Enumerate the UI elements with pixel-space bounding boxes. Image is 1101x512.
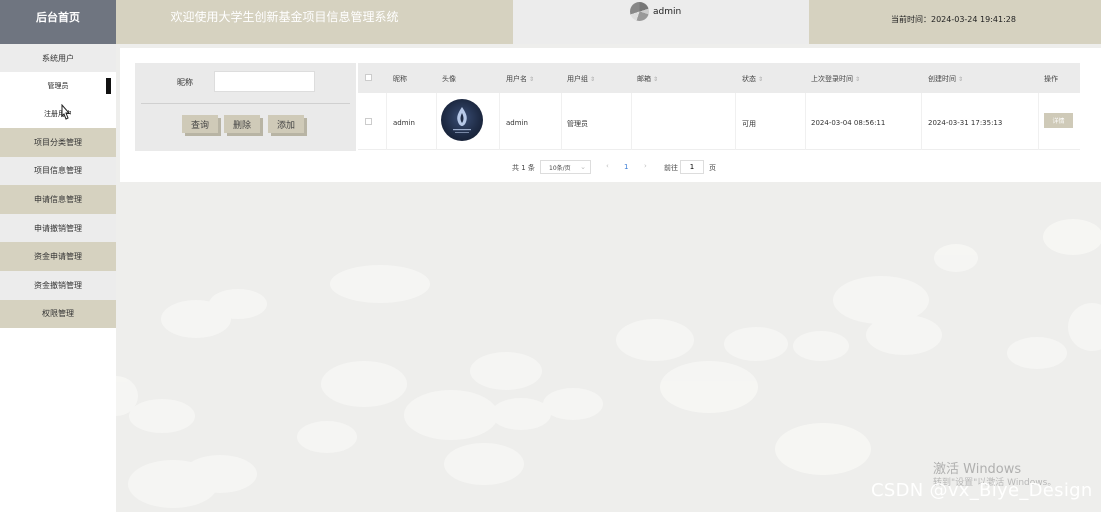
page-number-1[interactable]: 1 xyxy=(624,163,628,171)
col-header-username[interactable]: 用户名 ⇕ xyxy=(506,74,534,84)
col-header-created[interactable]: 创建时间 ⇕ xyxy=(928,74,963,84)
sort-icon[interactable]: ⇕ xyxy=(590,76,595,83)
select-all-checkbox[interactable] xyxy=(365,74,372,81)
sidebar-item-label: 权限管理 xyxy=(42,309,74,319)
chevron-down-icon: ⌄ xyxy=(580,163,586,171)
column-divider xyxy=(631,93,632,150)
column-divider xyxy=(386,93,387,150)
sort-icon[interactable]: ⇕ xyxy=(758,76,763,83)
sidebar-item-label: 系统用户 xyxy=(42,53,74,63)
active-marker xyxy=(106,78,111,94)
system-title-bar: 欢迎使用大学生创新基金项目信息管理系统 xyxy=(116,0,513,44)
sidebar-item-permissions[interactable]: 权限管理 xyxy=(0,299,116,329)
header: 后台首页 欢迎使用大学生创新基金项目信息管理系统 admin 当前时间：2024… xyxy=(0,0,1101,44)
sidebar-item-application-info[interactable]: 申请信息管理 xyxy=(0,185,116,214)
col-header-label: 邮箱 xyxy=(637,75,651,83)
col-header-group[interactable]: 用户组 ⇕ xyxy=(567,74,595,84)
detail-button[interactable]: 详情 xyxy=(1044,113,1073,128)
sidebar-item-label: 资金申请管理 xyxy=(34,252,82,262)
col-header-email[interactable]: 邮箱 ⇕ xyxy=(637,74,658,84)
user-avatar-icon[interactable] xyxy=(630,2,649,21)
brand-home-link[interactable]: 后台首页 xyxy=(0,0,116,44)
sidebar-item-fund-application[interactable]: 资金申请管理 xyxy=(0,242,116,271)
column-divider xyxy=(735,93,736,150)
cell-group: 管理员 xyxy=(567,120,588,128)
row-checkbox[interactable] xyxy=(365,118,372,125)
user-table: 昵称 头像 用户名 ⇕ 用户组 ⇕ 邮箱 ⇕ 状态 ⇕ 上次登录时间 ⇕ 创建时间 ⇕ 操作… xyxy=(358,63,1080,151)
column-divider xyxy=(499,93,500,150)
sort-icon[interactable]: ⇕ xyxy=(958,76,963,83)
nickname-search-input[interactable] xyxy=(214,71,315,92)
column-divider xyxy=(561,93,562,150)
mouse-cursor-icon xyxy=(61,104,71,120)
column-divider xyxy=(805,93,806,150)
add-button[interactable]: 添加 xyxy=(268,115,304,133)
sidebar-item-fund-revoke[interactable]: 资金撤销管理 xyxy=(0,270,116,300)
search-form: 昵称 查询 删除 添加 xyxy=(135,63,356,151)
col-header-label: 用户名 xyxy=(506,75,527,83)
main-content: 昵称 查询 删除 添加 昵称 头像 用户名 ⇕ 用户组 ⇕ 邮箱 ⇕ 状态 ⇕ 上次登录… xyxy=(116,44,1101,512)
table-header: 昵称 头像 用户名 ⇕ 用户组 ⇕ 邮箱 ⇕ 状态 ⇕ 上次登录时间 ⇕ 创建时间 ⇕ 操作 xyxy=(358,63,1080,93)
goto-label: 前往 xyxy=(664,164,678,172)
col-header-avatar: 头像 xyxy=(442,75,456,83)
col-header-label: 用户组 xyxy=(567,75,588,83)
sort-icon[interactable]: ⇕ xyxy=(529,76,534,83)
col-header-status[interactable]: 状态 ⇕ xyxy=(742,74,763,84)
cell-last-login: 2024-03-04 08:56:11 xyxy=(811,119,886,127)
sidebar-subitem-admin[interactable]: 管理员 xyxy=(0,72,116,100)
cell-created: 2024-03-31 17:35:13 xyxy=(928,119,1003,127)
user-name[interactable]: admin xyxy=(653,7,681,17)
sidebar-item-label: 申请撤销管理 xyxy=(34,223,82,233)
nickname-label: 昵称 xyxy=(177,78,193,87)
csdn-watermark: CSDN @vx_Biye_Design xyxy=(871,480,1093,501)
goto-suffix: 页 xyxy=(709,164,716,172)
sidebar-item-label: 项目分类管理 xyxy=(34,137,82,147)
column-divider xyxy=(921,93,922,150)
current-time-bar: 当前时间：2024-03-24 19:41:28 xyxy=(809,0,1101,44)
col-header-label: 上次登录时间 xyxy=(811,75,853,83)
sidebar-item-project-info[interactable]: 项目信息管理 xyxy=(0,156,116,186)
page-size-value: 10条/页 xyxy=(549,164,571,172)
col-header-label: 创建时间 xyxy=(928,75,956,83)
col-header-nickname: 昵称 xyxy=(393,75,407,83)
col-header-last-login[interactable]: 上次登录时间 ⇕ xyxy=(811,74,860,84)
column-divider xyxy=(436,93,437,150)
cell-status: 可用 xyxy=(742,120,756,128)
content-panel: 昵称 查询 删除 添加 昵称 头像 用户名 ⇕ 用户组 ⇕ 邮箱 ⇕ 状态 ⇕ 上次登录… xyxy=(120,48,1101,182)
sidebar-item-system-users[interactable]: 系统用户 xyxy=(0,44,116,72)
sidebar-item-label: 资金撤销管理 xyxy=(34,280,82,290)
sidebar-item-label: 项目信息管理 xyxy=(34,166,82,176)
sidebar-item-label: 申请信息管理 xyxy=(34,194,82,204)
sort-icon[interactable]: ⇕ xyxy=(653,76,658,83)
query-button[interactable]: 查询 xyxy=(182,115,218,133)
cell-username: admin xyxy=(506,119,528,127)
goto-page-input[interactable] xyxy=(680,160,704,174)
sidebar-item-application-revoke[interactable]: 申请撤销管理 xyxy=(0,213,116,243)
sidebar-item-project-category[interactable]: 项目分类管理 xyxy=(0,128,116,157)
avatar-logo-icon xyxy=(453,107,471,133)
delete-button[interactable]: 删除 xyxy=(224,115,260,133)
pagination-total: 共 1 条 xyxy=(512,164,535,172)
system-title: 欢迎使用大学生创新基金项目信息管理系统 xyxy=(170,9,399,24)
sort-icon[interactable]: ⇕ xyxy=(855,76,860,83)
column-divider xyxy=(1038,93,1039,150)
col-header-action: 操作 xyxy=(1044,75,1058,83)
cell-nickname: admin xyxy=(393,119,415,127)
current-time: 当前时间：2024-03-24 19:41:28 xyxy=(891,14,1016,24)
divider xyxy=(141,103,350,104)
user-area[interactable]: admin xyxy=(513,0,809,44)
pagination: 共 1 条 10条/页 ⌄ ‹ 1 › 前往 页 xyxy=(120,160,1101,176)
sidebar-item-label: 管理员 xyxy=(47,82,69,90)
prev-page-button[interactable]: ‹ xyxy=(606,162,609,170)
col-header-label: 状态 xyxy=(742,75,756,83)
user-avatar-image xyxy=(441,99,483,141)
page-size-select[interactable]: 10条/页 ⌄ xyxy=(540,160,591,174)
next-page-button[interactable]: › xyxy=(644,162,647,170)
